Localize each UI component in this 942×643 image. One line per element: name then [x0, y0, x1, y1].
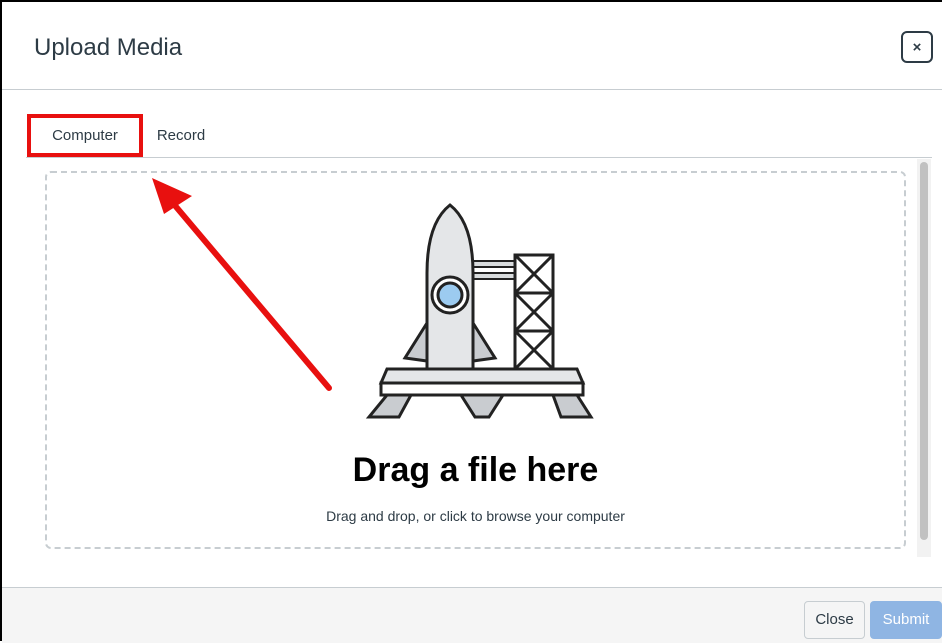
rocket-launch-icon	[365, 203, 594, 419]
close-icon[interactable]: ×	[901, 31, 933, 63]
tab-list: Computer Record	[26, 114, 932, 158]
dropzone-subtitle: Drag and drop, or click to browse your c…	[326, 508, 625, 524]
dropzone-title: Drag a file here	[352, 451, 599, 489]
file-dropzone[interactable]: Drag a file here Drag and drop, or click…	[45, 171, 906, 549]
upload-media-dialog: Upload Media × Computer Record Drag a fi…	[0, 0, 942, 643]
dialog-footer	[2, 587, 942, 643]
submit-button[interactable]: Submit	[870, 601, 942, 639]
dialog-header: Upload Media ×	[2, 2, 942, 90]
annotation-highlight-box	[27, 114, 143, 157]
close-icon-glyph: ×	[912, 38, 922, 56]
tab-record[interactable]: Record	[156, 114, 206, 158]
scrollbar-thumb[interactable]	[920, 162, 928, 540]
dialog-title: Upload Media	[34, 34, 183, 61]
close-button[interactable]: Close	[804, 601, 865, 639]
